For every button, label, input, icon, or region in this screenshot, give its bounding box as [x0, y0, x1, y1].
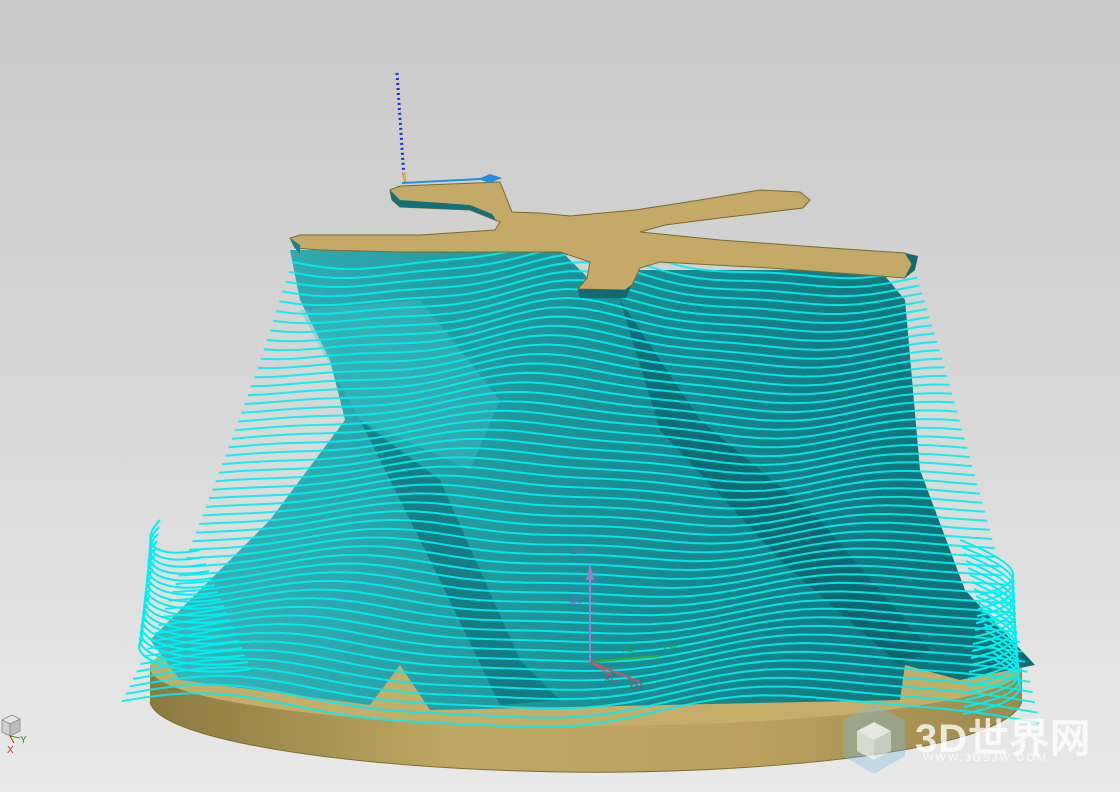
xm-axis-label: XM	[628, 682, 643, 693]
cube-logo-icon	[843, 704, 905, 774]
watermark-url: WWW.3DSJW.COM	[923, 752, 1048, 764]
xc-axis-label: XC	[604, 674, 618, 685]
toolpath-loop[interactable]	[149, 519, 201, 554]
zc-axis-label: ZC	[570, 595, 584, 606]
yc-axis-label: YC	[620, 644, 634, 655]
csys-handle[interactable]	[395, 72, 502, 184]
ym-axis-label: YM	[662, 642, 677, 653]
graphics-viewport[interactable]: ZM ZC YC YM XC XM Y X 3D世界网 WWW.3DSJW.CO…	[0, 0, 1120, 792]
triad-y-label: Y	[20, 735, 27, 746]
zm-axis-label: ZM	[570, 546, 585, 557]
toolpath-loop[interactable]	[149, 526, 204, 561]
cube-icon	[1, 714, 21, 744]
model-scene[interactable]	[0, 0, 1120, 792]
triad-x-label: X	[7, 745, 14, 756]
watermark: 3D世界网 WWW.3DSJW.COM	[835, 700, 1095, 780]
view-orientation-triad[interactable]: Y X	[0, 710, 40, 756]
